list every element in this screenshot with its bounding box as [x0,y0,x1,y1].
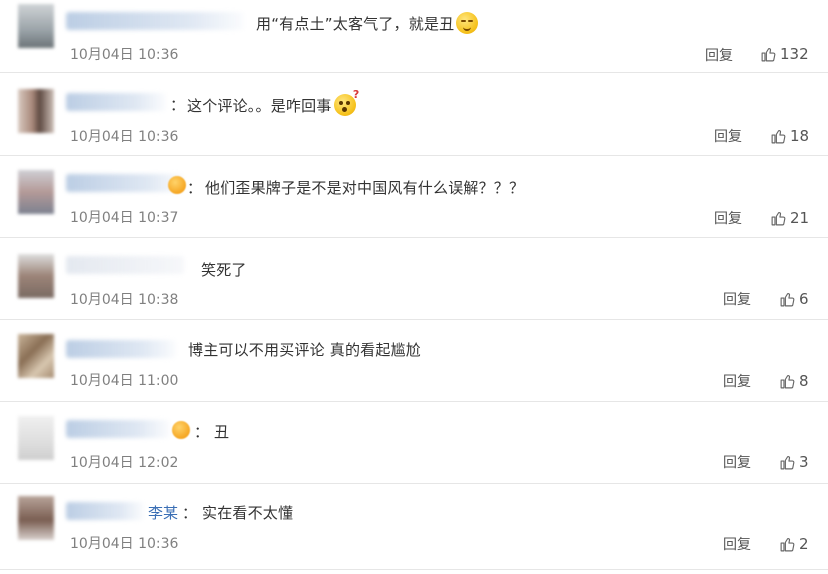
like-button[interactable]: 6 [779,290,809,308]
reply-button[interactable]: 回复 [723,289,751,309]
comment-text: 笑死了 [201,261,247,279]
comment-item: ： 丑 10月04日 12:02 回复 3 [0,402,828,484]
relieved-face-emoji-icon [456,12,479,34]
like-button[interactable]: 18 [770,127,809,145]
comment-time: 10月04日 12:02 [70,455,179,471]
colon: ： [194,423,210,441]
username-blurred[interactable] [66,256,184,274]
reply-button[interactable]: 回复 [723,371,751,391]
username-blurred[interactable] [66,174,184,192]
username-link[interactable]: 李某 [148,502,178,523]
reply-button[interactable]: 回复 [714,126,742,146]
thumbs-up-icon [780,537,795,551]
username-blurred[interactable] [66,340,176,358]
comment-time: 10月04日 11:00 [70,373,179,389]
reply-button[interactable]: 回复 [723,452,751,472]
like-button[interactable]: 21 [770,209,809,227]
avatar[interactable] [18,254,54,298]
like-button[interactable]: 132 [760,45,809,63]
like-count: 2 [799,535,809,553]
comment-item: 李某 ： 实在看不太懂 10月04日 10:36 回复 2 [0,484,828,570]
comment-item: 用“有点土”太客气了，就是丑 10月04日 10:36 回复 132 [0,0,828,73]
comment-time: 10月04日 10:36 [70,536,179,552]
like-count: 132 [780,45,809,63]
like-count: 6 [799,290,809,308]
comment-text-content: 这个评论。。是咋回事 [187,97,332,115]
comment-item: 博主可以不用买评论 真的看起尴尬 10月04日 11:00 回复 8 [0,320,828,402]
comment-text: 用“有点土”太客气了，就是丑 [256,12,479,34]
comment-text-content: 用“有点土”太客气了，就是丑 [256,15,455,33]
username-blurred[interactable] [66,502,144,520]
username-blurred[interactable] [66,12,244,30]
avatar[interactable] [18,89,54,133]
reply-button[interactable]: 回复 [723,534,751,554]
avatar[interactable] [18,496,54,540]
colon: ： [170,96,186,114]
comment-text: 他们歪果牌子是不是对中国风有什么误解？？？ [205,179,525,197]
comment-item: 笑死了 10月04日 10:38 回复 6 [0,238,828,320]
avatar[interactable] [18,334,54,378]
like-count: 18 [790,127,810,145]
like-count: 8 [799,372,809,390]
thumbs-up-icon [761,47,776,61]
thumbs-up-icon [780,455,795,469]
reply-button[interactable]: 回复 [705,45,733,65]
comment-time: 10月04日 10:37 [70,210,179,226]
comment-text: 丑 [214,423,230,441]
user-badge-icon [168,176,186,194]
reply-button[interactable]: 回复 [714,208,742,228]
thumbs-up-icon [771,129,786,143]
comment-time: 10月04日 10:38 [70,292,179,308]
like-count: 3 [799,453,809,471]
colon: ： [187,179,203,197]
thumbs-up-icon [780,374,795,388]
comment-time: 10月04日 10:36 [70,47,179,63]
thumbs-up-icon [780,292,795,306]
comment-item: ： 他们歪果牌子是不是对中国风有什么误解？？？ 10月04日 10:37 回复 … [0,156,828,238]
comment-time: 10月04日 10:36 [70,129,179,145]
like-button[interactable]: 8 [779,372,809,390]
comment-item: ： 这个评论。。是咋回事? 10月04日 10:36 回复 18 [0,73,828,156]
thumbs-up-icon [771,211,786,225]
like-button[interactable]: 2 [779,535,809,553]
username-blurred[interactable] [66,420,170,438]
avatar[interactable] [18,4,54,48]
comment-text: 这个评论。。是咋回事? [187,88,359,116]
username-blurred[interactable] [66,93,166,111]
avatar[interactable] [18,416,54,460]
comment-text: 实在看不太懂 [202,504,294,522]
confused-face-emoji-icon: ? [333,88,359,116]
like-button[interactable]: 3 [779,453,809,471]
colon: ： [182,504,198,522]
like-count: 21 [790,209,810,227]
user-badge-icon [172,421,190,439]
avatar[interactable] [18,170,54,214]
comment-text: 博主可以不用买评论 真的看起尴尬 [188,341,421,359]
